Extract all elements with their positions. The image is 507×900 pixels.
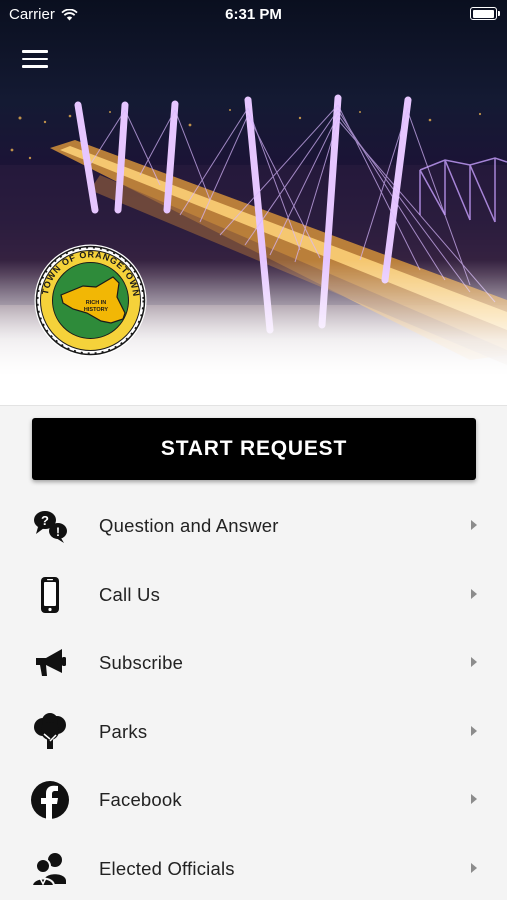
svg-text:!: ! [56,525,60,539]
svg-text:?: ? [41,513,49,528]
chevron-right-icon [471,862,477,873]
menu-item-label: Elected Officials [99,857,235,879]
menu-item-label: Call Us [99,583,161,605]
phone-icon [30,575,70,615]
menu-item-call-us[interactable]: Call Us [0,561,507,630]
chevron-right-icon [471,794,477,804]
battery-fill [472,9,494,18]
chevron-right-icon [471,520,477,530]
menu-item-label: Subscribe [99,652,184,673]
chevron-right-icon [471,657,477,667]
town-seal-logo: TOWN OF ORANGETOWN RICH IN HISTORY [34,244,147,357]
question-bubbles-icon: ? ! [30,506,70,546]
battery-icon [470,7,500,20]
people-icon [30,849,70,889]
header-hero: Carrier 6:31 PM TOWN OF ORANGETOWN RICH … [0,0,507,405]
hamburger-menu-icon[interactable] [22,50,48,70]
menu-list: ? ! Question and Answer Call Us Subscrib… [0,492,507,900]
svg-text:HISTORY: HISTORY [84,307,108,313]
menu-item-label: Facebook [99,789,182,810]
clock: 6:31 PM [225,6,282,23]
facebook-icon [30,780,70,820]
menu-item-question-and-answer[interactable]: ? ! Question and Answer [0,492,507,561]
start-request-button[interactable]: START REQUEST [32,418,476,480]
menu-bar [22,65,48,68]
menu-item-label: Parks [99,720,148,742]
menu-bar [22,57,48,60]
megaphone-icon [30,643,70,683]
menu-item-subscribe[interactable]: Subscribe [0,629,507,698]
menu-item-parks[interactable]: Parks [0,698,507,767]
menu-item-label: Question and Answer [99,515,279,536]
menu-bar [22,50,48,53]
menu-item-facebook[interactable]: Facebook [0,766,507,835]
chevron-right-icon [471,588,477,599]
tree-icon [30,712,70,752]
menu-item-elected-officials[interactable]: Elected Officials [0,835,507,900]
main-content: START REQUEST ? ! Question and Answer Ca… [0,405,507,900]
svg-text:RICH IN: RICH IN [86,300,107,306]
start-request-label: START REQUEST [160,437,348,460]
status-bar: Carrier 6:31 PM [0,0,507,28]
chevron-right-icon [471,725,477,736]
